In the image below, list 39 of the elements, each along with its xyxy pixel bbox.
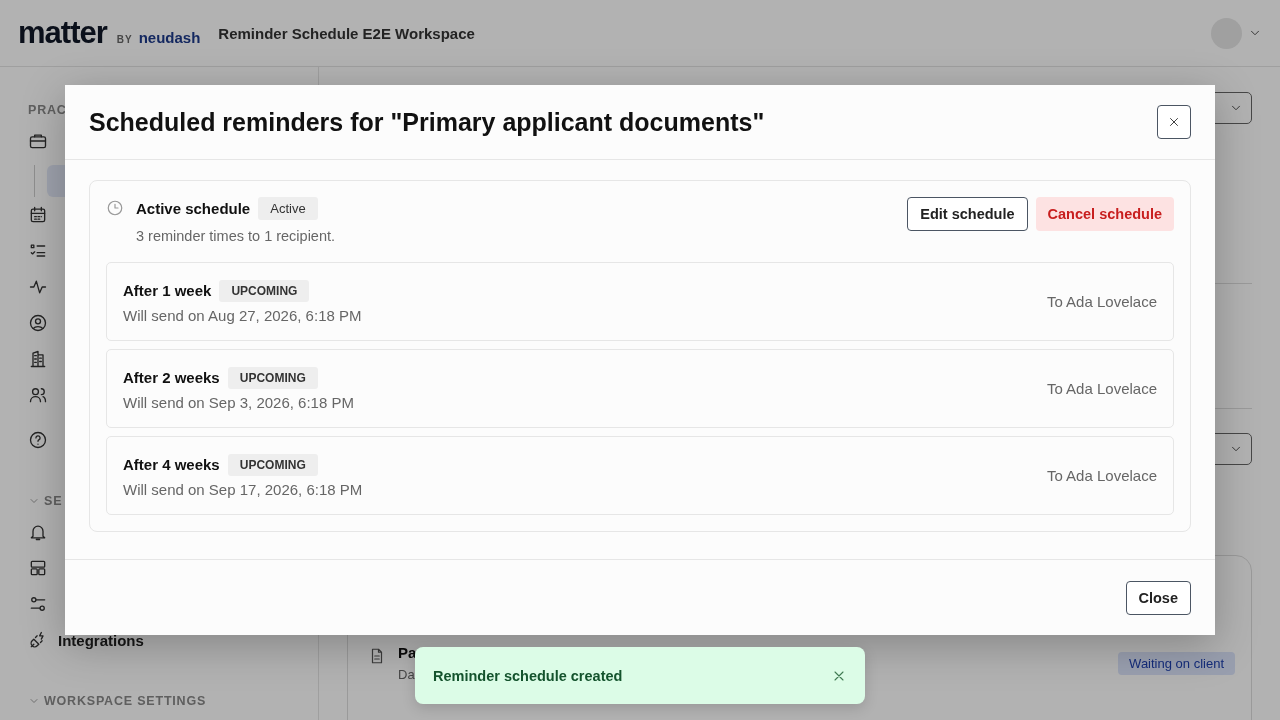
send-time: Will send on Sep 17, 2026, 6:18 PM <box>123 480 363 498</box>
layout-icon <box>28 558 48 578</box>
dialog-title: Scheduled reminders for "Primary applicant documents" <box>89 107 766 137</box>
workspace-title: Reminder Schedule E2E Workspace <box>218 24 475 42</box>
status-badge: Waiting on client <box>1118 652 1235 675</box>
recipient: To Ada Lovelace <box>1046 380 1157 397</box>
sidebar-item[interactable]: Integrations <box>28 622 144 658</box>
schedule-summary: 3 reminder times to 1 recipient. <box>136 228 336 244</box>
users-icon <box>28 385 48 405</box>
help-icon <box>28 430 48 450</box>
schedule-title: Active schedule <box>136 200 251 217</box>
edit-schedule-button[interactable]: Edit schedule <box>907 197 1028 231</box>
reminder-title: After 2 weeks <box>123 369 220 386</box>
recipient: To Ada Lovelace <box>1046 293 1157 310</box>
clock-icon <box>106 199 124 217</box>
toast-message: Reminder schedule created <box>433 667 624 684</box>
status-badge: UPCOMING <box>227 366 318 389</box>
recipient: To Ada Lovelace <box>1046 467 1157 484</box>
status-badge: UPCOMING <box>227 453 318 476</box>
reminder-title: After 1 week <box>123 282 212 299</box>
close-icon <box>1167 115 1181 129</box>
row-title: Pa <box>398 644 417 661</box>
building-icon <box>28 349 48 369</box>
send-time: Will send on Sep 3, 2026, 6:18 PM <box>123 393 354 411</box>
section-heading: WORKSPACE SETTINGS <box>44 694 207 708</box>
status-badge: Active <box>258 197 318 220</box>
send-time: Will send on Aug 27, 2026, 6:18 PM <box>123 306 362 324</box>
logo: matter BY neudash <box>18 15 201 51</box>
close-button[interactable] <box>1157 105 1191 139</box>
close-dialog-button[interactable]: Close <box>1125 580 1191 615</box>
status-badge: UPCOMING <box>219 279 310 302</box>
section-heading: SE <box>44 494 63 508</box>
sliders-icon <box>28 594 48 614</box>
user-circle-icon <box>28 313 48 333</box>
reminder-title: After 4 weeks <box>123 456 220 473</box>
calendar-icon <box>28 205 48 225</box>
row-subtitle: Da <box>398 667 416 682</box>
cancel-schedule-button[interactable]: Cancel schedule <box>1035 197 1174 231</box>
section-heading: PRAC <box>28 103 67 117</box>
